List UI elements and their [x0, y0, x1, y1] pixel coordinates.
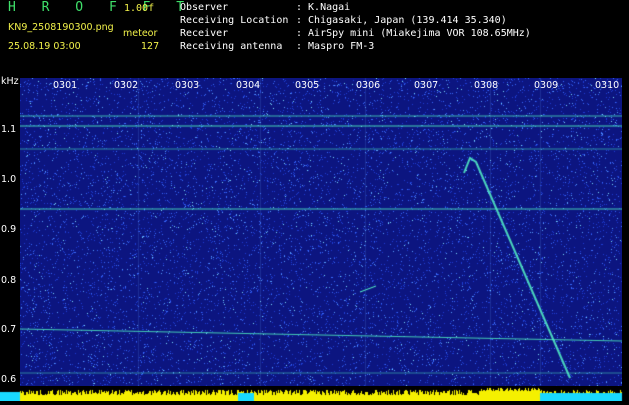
antenna-value: : Maspro FM-3 [296, 41, 375, 52]
x-tick-0309: 0309 [534, 80, 559, 91]
x-tick-0308: 0308 [474, 80, 499, 91]
y-tick-0-9: 0.9 [1, 224, 17, 235]
location-key: Receiving Location [180, 15, 289, 26]
x-tick-0310: 0310 [595, 80, 620, 91]
x-tick-0305: 0305 [295, 80, 320, 91]
header-panel: H R O F F T 1.00f KN9_2508190300.png met… [0, 0, 629, 75]
antenna-key: Receiving antenna [180, 41, 283, 52]
datetime-label: 25.08.19 03:00 [8, 41, 81, 52]
y-tick-1-0: 1.0 [1, 174, 17, 185]
observer-value: : K.Nagai [296, 2, 351, 13]
version-label: 1.00f [124, 3, 155, 14]
x-tick-0301: 0301 [53, 80, 78, 91]
power-spectrum-canvas [0, 387, 629, 401]
x-tick-0304: 0304 [236, 80, 261, 91]
location-value: : Chigasaki, Japan (139.414 35.340) [296, 15, 507, 26]
mode-label: meteor [123, 28, 158, 39]
spectrogram-plot [20, 78, 622, 387]
observer-key: Observer [180, 2, 229, 13]
receiver-key: Receiver [180, 28, 229, 39]
y-tick-1-1: 1.1 [1, 124, 17, 135]
x-tick-0307: 0307 [414, 80, 439, 91]
y-axis-unit: kHz [1, 76, 19, 87]
spectrogram-canvas [20, 78, 622, 387]
x-tick-0306: 0306 [356, 80, 381, 91]
x-tick-0302: 0302 [114, 80, 139, 91]
count-label: 127 [141, 41, 160, 52]
y-tick-0-7: 0.7 [1, 324, 17, 335]
x-tick-0303: 0303 [175, 80, 200, 91]
y-tick-0-6: 0.6 [1, 374, 17, 385]
app-title: H R O F F T [8, 0, 194, 15]
receiver-value: : AirSpy mini (Miakejima VOR 108.65MHz) [296, 28, 531, 39]
power-spectrum-bar [0, 386, 629, 401]
y-tick-0-8: 0.8 [1, 275, 17, 286]
filename-label: KN9_2508190300.png [8, 22, 114, 33]
